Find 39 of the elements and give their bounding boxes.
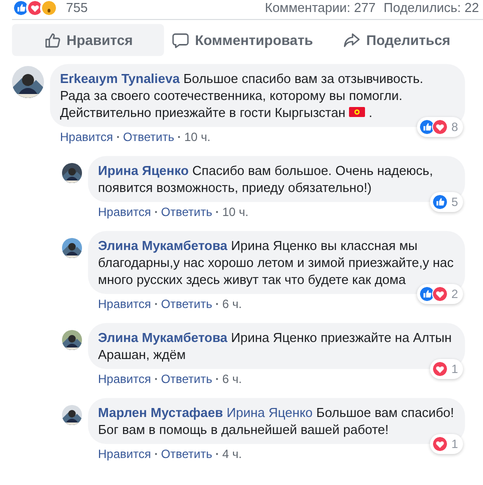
reply-link[interactable]: Ответить xyxy=(160,296,212,312)
comment-text: Марлен Мустафаев Ирина Яценко Большое вам спасибо! Бог вам в помощь в дальнейшей вашей работе! xyxy=(98,404,455,438)
surprised-face-icon xyxy=(40,0,58,17)
like-link[interactable]: Нравится xyxy=(98,296,151,312)
author-name[interactable]: Erkeaıym Tynalieva xyxy=(60,71,180,86)
mention-link[interactable]: Ирина Яценко xyxy=(226,405,313,420)
author-name[interactable]: Элина Мукамбетова xyxy=(98,330,228,345)
reaction-count: 1 xyxy=(451,360,458,378)
author-name[interactable]: Марлен Мустафаев xyxy=(98,405,224,420)
share-count[interactable]: Поделились: 22 xyxy=(384,0,479,18)
reply-link[interactable]: Ответить xyxy=(122,129,174,145)
like-link[interactable]: Нравится xyxy=(98,371,151,387)
like-link[interactable]: Нравится xyxy=(98,446,151,462)
like-link[interactable]: Нравится xyxy=(98,204,151,220)
reply-link[interactable]: Ответить xyxy=(160,446,212,462)
comment-text: Элина Мукамбетова Ирина Яценко вы классная мы благодарны,у нас хорошо летом и зимой приезжайте,у нас много русских здесь живут так что будете как дома xyxy=(98,237,455,288)
speech-bubble-icon xyxy=(172,32,189,48)
timestamp[interactable]: 4 ч. xyxy=(222,446,242,462)
action-button[interactable]: Нравится xyxy=(12,24,164,56)
comment-text: Ирина Яценко Спасибо вам большое. Очень надеюсь, появится возможность, приеду обязательно!) xyxy=(98,162,434,196)
timestamp[interactable]: 10 ч. xyxy=(184,129,211,145)
reaction-count: 2 xyxy=(451,286,458,302)
author-name[interactable]: Элина Мукамбетова xyxy=(98,238,228,253)
timestamp[interactable]: 6 ч. xyxy=(222,296,242,312)
like-link[interactable]: Нравится xyxy=(60,129,113,145)
share-arrow-icon xyxy=(343,32,360,48)
reply-link[interactable]: Ответить xyxy=(160,371,212,387)
timestamp[interactable]: 10 ч. xyxy=(222,204,249,220)
comment-text: Элина Мукамбетова Ирина Яценко приезжайте на Алтын Арашан, ждём xyxy=(98,329,453,363)
timestamp[interactable]: 6 ч. xyxy=(222,371,242,387)
comment-text: Erkeaıym Tynalieva Большое спасибо вам за отзывчивость. Рада за своего соотечественника, которому вы помогли. Действительно приезжайте в гости Кыргызстан . xyxy=(60,70,424,121)
thumbs-up-icon xyxy=(44,32,61,48)
reply-link[interactable]: Ответить xyxy=(160,204,212,220)
reaction-count: 5 xyxy=(451,194,458,210)
reaction-count: 755 xyxy=(66,0,88,18)
reaction-count: 1 xyxy=(451,436,458,452)
comment-count[interactable]: Комментарии: 277 xyxy=(264,0,376,18)
author-name[interactable]: Ирина Яценко xyxy=(98,163,189,178)
reaction-count: 8 xyxy=(451,118,458,136)
